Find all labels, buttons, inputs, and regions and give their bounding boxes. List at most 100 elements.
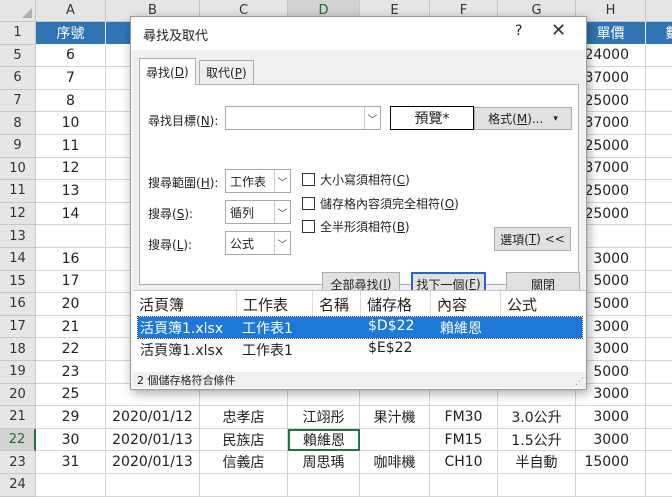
sheet-cell[interactable]: 1.5公升 xyxy=(498,428,576,452)
sheet-cell[interactable]: 8 xyxy=(36,89,106,113)
sheet-cell[interactable]: 周思瑀 xyxy=(288,451,360,474)
match-width-checkbox[interactable]: 全半形須相符(B) xyxy=(302,218,410,235)
row-header[interactable]: 1 xyxy=(0,22,36,45)
row-header[interactable]: 23 xyxy=(0,451,36,474)
row-header[interactable]: 12 xyxy=(0,202,36,226)
tab-replace[interactable]: 取代(P) xyxy=(199,60,254,84)
row-header[interactable]: 22 xyxy=(0,428,36,452)
sheet-cell[interactable]: 20 xyxy=(36,293,106,316)
row-header[interactable]: 5 xyxy=(0,44,36,68)
sheet-cell[interactable]: 6 xyxy=(36,44,106,68)
sheet-cell[interactable]: 23 xyxy=(36,361,106,384)
sheet-cell[interactable]: 14 xyxy=(36,202,106,226)
chevron-down-icon[interactable]: ﹀ xyxy=(364,107,380,129)
row-header[interactable]: 24 xyxy=(0,474,36,497)
row-header[interactable]: 21 xyxy=(0,406,36,429)
tab-find[interactable]: 尋找(D) xyxy=(139,58,196,85)
select-all-corner[interactable] xyxy=(0,0,36,22)
sheet-cell[interactable] xyxy=(646,90,672,113)
column-header[interactable] xyxy=(646,0,672,22)
sheet-cell[interactable] xyxy=(498,474,576,497)
search-select[interactable]: 循列 ﹀ xyxy=(225,200,291,224)
sheet-cell[interactable]: 29 xyxy=(36,406,106,429)
sheet-cell[interactable]: 咖啡機 xyxy=(360,451,430,474)
sheet-cell[interactable] xyxy=(646,135,672,158)
sheet-cell[interactable] xyxy=(646,203,672,226)
sheet-cell[interactable] xyxy=(288,474,360,497)
sheet-cell[interactable] xyxy=(646,45,672,68)
sheet-cell[interactable]: 賴維恩 xyxy=(288,428,360,452)
sheet-cell[interactable] xyxy=(646,474,672,497)
results-header-formula[interactable]: 公式 xyxy=(501,291,586,317)
sheet-cell[interactable]: 12 xyxy=(36,157,106,181)
row-header[interactable]: 17 xyxy=(0,315,36,339)
result-row[interactable]: 活頁簿1.xlsx 工作表1 $E$22 xyxy=(138,339,582,360)
sheet-cell[interactable] xyxy=(646,316,672,339)
sheet-cell[interactable] xyxy=(646,451,672,474)
sheet-cell[interactable] xyxy=(646,158,672,181)
row-header[interactable]: 8 xyxy=(0,112,36,135)
header-cell[interactable]: 數 xyxy=(646,22,672,45)
results-header-value[interactable]: 內容 xyxy=(431,291,501,317)
row-header[interactable]: 6 xyxy=(0,67,36,90)
sheet-cell[interactable]: 江翊彤 xyxy=(288,406,360,429)
sheet-cell[interactable] xyxy=(360,428,430,452)
sheet-cell[interactable] xyxy=(576,474,646,497)
sheet-cell[interactable]: 3000 xyxy=(576,428,646,452)
sheet-cell[interactable]: 22 xyxy=(36,338,106,361)
sheet-cell[interactable]: 17 xyxy=(36,270,106,294)
sheet-cell[interactable] xyxy=(106,474,200,497)
resize-grip-icon[interactable]: ⋰ xyxy=(575,377,584,387)
row-header[interactable]: 11 xyxy=(0,180,36,203)
format-button[interactable]: 格式(M)... ▾ xyxy=(474,107,572,130)
results-header-sheet[interactable]: 工作表 xyxy=(237,291,313,317)
sheet-cell[interactable] xyxy=(646,406,672,429)
sheet-cell[interactable]: 30 xyxy=(36,428,106,452)
result-row[interactable]: 活頁簿1.xlsx 工作表1 $D$22 賴維恩 xyxy=(137,316,583,339)
column-header[interactable]: A xyxy=(36,0,106,22)
sheet-cell[interactable]: 忠孝店 xyxy=(200,406,288,429)
sheet-cell[interactable]: CH10 xyxy=(430,451,498,474)
sheet-cell[interactable]: 半自動 xyxy=(498,451,576,474)
close-icon[interactable]: ✕ xyxy=(551,20,566,41)
sheet-cell[interactable]: 21 xyxy=(36,315,106,339)
sheet-cell[interactable] xyxy=(646,361,672,384)
match-case-checkbox[interactable]: 大小寫須相符(C) xyxy=(302,171,410,188)
sheet-cell[interactable]: 31 xyxy=(36,451,106,474)
options-button[interactable]: 選項(T) << xyxy=(494,227,571,251)
sheet-cell[interactable] xyxy=(646,112,672,135)
sheet-cell[interactable]: 10 xyxy=(36,112,106,135)
sheet-cell[interactable] xyxy=(36,225,106,248)
sheet-cell[interactable] xyxy=(646,338,672,361)
sheet-cell[interactable]: 13 xyxy=(36,180,106,203)
sheet-cell[interactable]: 2020/01/12 xyxy=(106,406,200,429)
sheet-cell[interactable] xyxy=(36,474,106,497)
help-icon[interactable]: ? xyxy=(515,23,522,39)
sheet-cell[interactable] xyxy=(646,271,672,294)
sheet-cell[interactable] xyxy=(646,67,672,90)
sheet-cell[interactable] xyxy=(200,474,288,497)
sheet-cell[interactable]: 11 xyxy=(36,135,106,158)
sheet-cell[interactable]: 25 xyxy=(36,383,106,407)
row-header[interactable]: 19 xyxy=(0,361,36,384)
sheet-cell[interactable] xyxy=(646,180,672,203)
sheet-cell[interactable]: FM15 xyxy=(430,428,498,452)
row-header[interactable]: 15 xyxy=(0,270,36,294)
sheet-cell[interactable] xyxy=(430,474,498,497)
row-header[interactable]: 9 xyxy=(0,135,36,158)
sheet-cell[interactable]: 7 xyxy=(36,67,106,90)
find-what-input[interactable]: ﹀ xyxy=(225,106,381,130)
sheet-cell[interactable]: 民族店 xyxy=(200,428,288,452)
match-entire-cell-checkbox[interactable]: 儲存格內容須完全相符(O) xyxy=(302,195,459,212)
sheet-cell[interactable] xyxy=(646,248,672,271)
header-cell[interactable]: 序號 xyxy=(36,22,106,45)
sheet-cell[interactable] xyxy=(646,225,672,248)
results-header-book[interactable]: 活頁簿 xyxy=(133,291,237,317)
sheet-cell[interactable]: 3.0公升 xyxy=(498,406,576,429)
sheet-cell[interactable]: 15000 xyxy=(576,451,646,474)
sheet-cell[interactable] xyxy=(646,384,672,407)
row-header[interactable]: 7 xyxy=(0,89,36,113)
sheet-cell[interactable]: 信義店 xyxy=(200,451,288,474)
row-header[interactable]: 20 xyxy=(0,383,36,407)
results-header-cell[interactable]: 儲存格 xyxy=(361,291,431,317)
